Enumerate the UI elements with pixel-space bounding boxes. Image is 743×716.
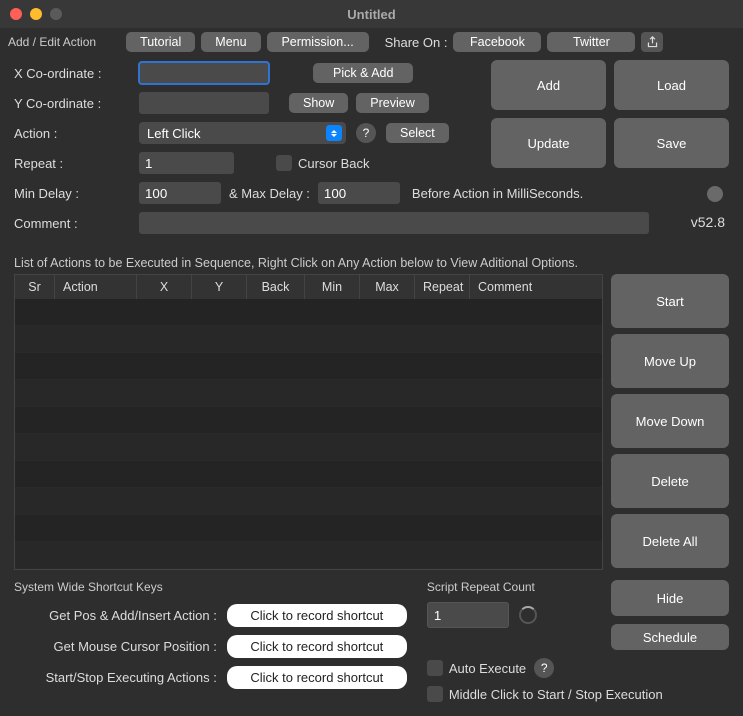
spinner-icon bbox=[519, 606, 537, 624]
record-get-pos-button[interactable]: Click to record shortcut bbox=[227, 604, 407, 627]
auto-execute-help-button[interactable]: ? bbox=[534, 658, 554, 678]
middle-click-checkbox[interactable] bbox=[427, 686, 443, 702]
twitter-button[interactable]: Twitter bbox=[547, 32, 635, 52]
status-indicator bbox=[707, 186, 723, 202]
titlebar: Untitled bbox=[0, 0, 743, 28]
cursor-back-label: Cursor Back bbox=[298, 156, 370, 171]
facebook-button[interactable]: Facebook bbox=[453, 32, 541, 52]
comment-label: Comment : bbox=[14, 216, 139, 231]
auto-execute-label: Auto Execute bbox=[449, 661, 526, 676]
table-row[interactable] bbox=[15, 542, 602, 569]
actions-table[interactable]: Sr Action X Y Back Min Max Repeat Commen… bbox=[14, 274, 603, 570]
max-delay-input[interactable] bbox=[318, 182, 400, 204]
auto-execute-checkbox[interactable] bbox=[427, 660, 443, 676]
load-button[interactable]: Load bbox=[614, 60, 729, 110]
chevron-updown-icon bbox=[326, 125, 342, 141]
menu-button[interactable]: Menu bbox=[201, 32, 260, 52]
record-start-stop-button[interactable]: Click to record shortcut bbox=[227, 666, 407, 689]
table-row[interactable] bbox=[15, 353, 602, 380]
version-label: v52.8 bbox=[691, 214, 725, 230]
script-repeat-title: Script Repeat Count bbox=[427, 580, 537, 594]
table-row[interactable] bbox=[15, 488, 602, 515]
pick-add-button[interactable]: Pick & Add bbox=[313, 63, 413, 83]
get-pos-label: Get Pos & Add/Insert Action : bbox=[14, 608, 227, 623]
table-row[interactable] bbox=[15, 407, 602, 434]
menubar: Add / Edit Action Tutorial Menu Permissi… bbox=[0, 28, 743, 56]
tutorial-button[interactable]: Tutorial bbox=[126, 32, 195, 52]
record-get-mouse-button[interactable]: Click to record shortcut bbox=[227, 635, 407, 658]
min-delay-input[interactable] bbox=[139, 182, 221, 204]
col-back[interactable]: Back bbox=[247, 275, 305, 299]
delete-all-button[interactable]: Delete All bbox=[611, 514, 729, 568]
action-select[interactable]: Left Click bbox=[139, 122, 346, 144]
col-comment[interactable]: Comment bbox=[470, 275, 602, 299]
window-close-button[interactable] bbox=[10, 8, 22, 20]
table-row[interactable] bbox=[15, 326, 602, 353]
min-delay-label: Min Delay : bbox=[14, 186, 139, 201]
comment-input[interactable] bbox=[139, 212, 649, 234]
col-min[interactable]: Min bbox=[305, 275, 360, 299]
window-zoom-button bbox=[50, 8, 62, 20]
update-button[interactable]: Update bbox=[491, 118, 606, 168]
col-x[interactable]: X bbox=[137, 275, 192, 299]
window-title: Untitled bbox=[0, 7, 743, 22]
move-down-button[interactable]: Move Down bbox=[611, 394, 729, 448]
get-mouse-label: Get Mouse Cursor Position : bbox=[14, 639, 227, 654]
max-delay-label: & Max Delay : bbox=[229, 186, 310, 201]
action-help-button[interactable]: ? bbox=[356, 123, 376, 143]
delete-button[interactable]: Delete bbox=[611, 454, 729, 508]
table-row[interactable] bbox=[15, 299, 602, 326]
share-icon[interactable] bbox=[641, 32, 663, 52]
select-button[interactable]: Select bbox=[386, 123, 449, 143]
x-coord-input[interactable] bbox=[139, 62, 269, 84]
col-max[interactable]: Max bbox=[360, 275, 415, 299]
add-button[interactable]: Add bbox=[491, 60, 606, 110]
show-button[interactable]: Show bbox=[289, 93, 348, 113]
start-button[interactable]: Start bbox=[611, 274, 729, 328]
share-on-label: Share On : bbox=[385, 35, 448, 50]
move-up-button[interactable]: Move Up bbox=[611, 334, 729, 388]
preview-button[interactable]: Preview bbox=[356, 93, 428, 113]
window-minimize-button[interactable] bbox=[30, 8, 42, 20]
shortcut-title: System Wide Shortcut Keys bbox=[14, 580, 407, 594]
table-row[interactable] bbox=[15, 515, 602, 542]
col-action[interactable]: Action bbox=[55, 275, 137, 299]
list-caption: List of Actions to be Executed in Sequen… bbox=[0, 250, 743, 274]
schedule-button[interactable]: Schedule bbox=[611, 624, 729, 650]
y-coord-input[interactable] bbox=[139, 92, 269, 114]
save-button[interactable]: Save bbox=[614, 118, 729, 168]
permission-button[interactable]: Permission... bbox=[267, 32, 369, 52]
script-repeat-input[interactable] bbox=[427, 602, 509, 628]
x-coord-label: X Co-ordinate : bbox=[14, 66, 139, 81]
col-repeat[interactable]: Repeat bbox=[415, 275, 470, 299]
cursor-back-checkbox[interactable] bbox=[276, 155, 292, 171]
table-row[interactable] bbox=[15, 434, 602, 461]
repeat-label: Repeat : bbox=[14, 156, 139, 171]
middle-click-label: Middle Click to Start / Stop Execution bbox=[449, 687, 663, 702]
hide-button[interactable]: Hide bbox=[611, 580, 729, 616]
table-row[interactable] bbox=[15, 461, 602, 488]
y-coord-label: Y Co-ordinate : bbox=[14, 96, 139, 111]
start-stop-label: Start/Stop Executing Actions : bbox=[14, 670, 227, 685]
col-y[interactable]: Y bbox=[192, 275, 247, 299]
before-action-text: Before Action in MilliSeconds. bbox=[412, 186, 583, 201]
action-label: Action : bbox=[14, 126, 139, 141]
table-row[interactable] bbox=[15, 380, 602, 407]
repeat-input[interactable] bbox=[139, 152, 234, 174]
section-label: Add / Edit Action bbox=[8, 35, 96, 49]
col-sr[interactable]: Sr bbox=[15, 275, 55, 299]
